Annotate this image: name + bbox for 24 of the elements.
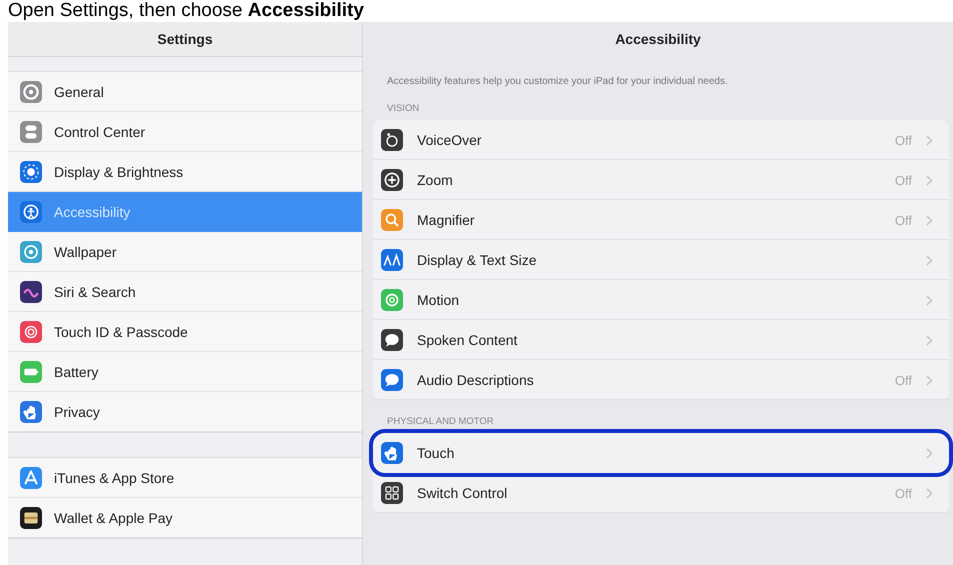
settings-row[interactable]: Motion bbox=[373, 280, 949, 320]
section-header: PHYSICAL AND MOTOR bbox=[386, 415, 495, 429]
settings-row[interactable]: Switch Control Off bbox=[373, 473, 949, 513]
caption: Open Settings, then choose Accessibility bbox=[7, 0, 365, 22]
chevron-icon bbox=[926, 254, 933, 266]
detail-title: Accessibility bbox=[614, 30, 702, 49]
chevron-icon bbox=[926, 334, 933, 346]
settings-row[interactable]: VoiceOver Off bbox=[373, 120, 949, 160]
chevron-icon bbox=[926, 294, 933, 306]
sidebar-title: Settings bbox=[8, 22, 362, 57]
settings-row[interactable]: Zoom Off bbox=[373, 160, 949, 200]
section-header: VISION bbox=[386, 102, 420, 116]
settings-row[interactable]: Spoken Content bbox=[373, 320, 949, 360]
settings-row[interactable]: Audio Descriptions Off bbox=[373, 360, 949, 400]
chevron-icon bbox=[926, 488, 933, 498]
description: Accessibility features help you customize your iPad for your individual needs. bbox=[386, 75, 729, 87]
settings-row[interactable]: Display & Text Size bbox=[373, 240, 949, 280]
chevron-icon bbox=[926, 174, 933, 186]
chevron-icon bbox=[926, 374, 933, 386]
settings-row[interactable]: Touch bbox=[373, 433, 949, 473]
chevron-icon bbox=[926, 448, 933, 458]
chevron-icon bbox=[926, 134, 933, 146]
settings-row[interactable]: Magnifier Off bbox=[373, 200, 949, 240]
chevron-icon bbox=[926, 214, 933, 226]
